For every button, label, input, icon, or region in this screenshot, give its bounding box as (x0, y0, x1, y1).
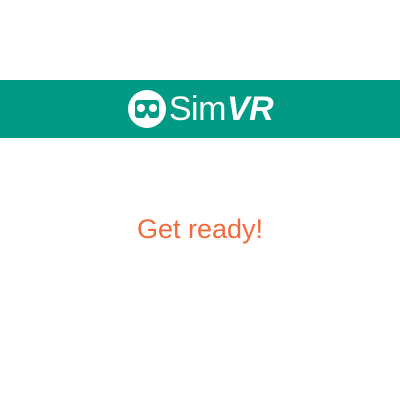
brand-name: Sim VR (168, 90, 274, 128)
simvr-logo: Sim VR (127, 89, 274, 129)
brand-name-bold: VR (226, 90, 274, 128)
app-screen: Sim VR Get ready! (0, 0, 400, 401)
brand-name-light: Sim (168, 90, 227, 128)
vr-headset-icon (127, 89, 167, 129)
get-ready-message: Get ready! (136, 214, 264, 244)
app-header: Sim VR (0, 80, 400, 138)
